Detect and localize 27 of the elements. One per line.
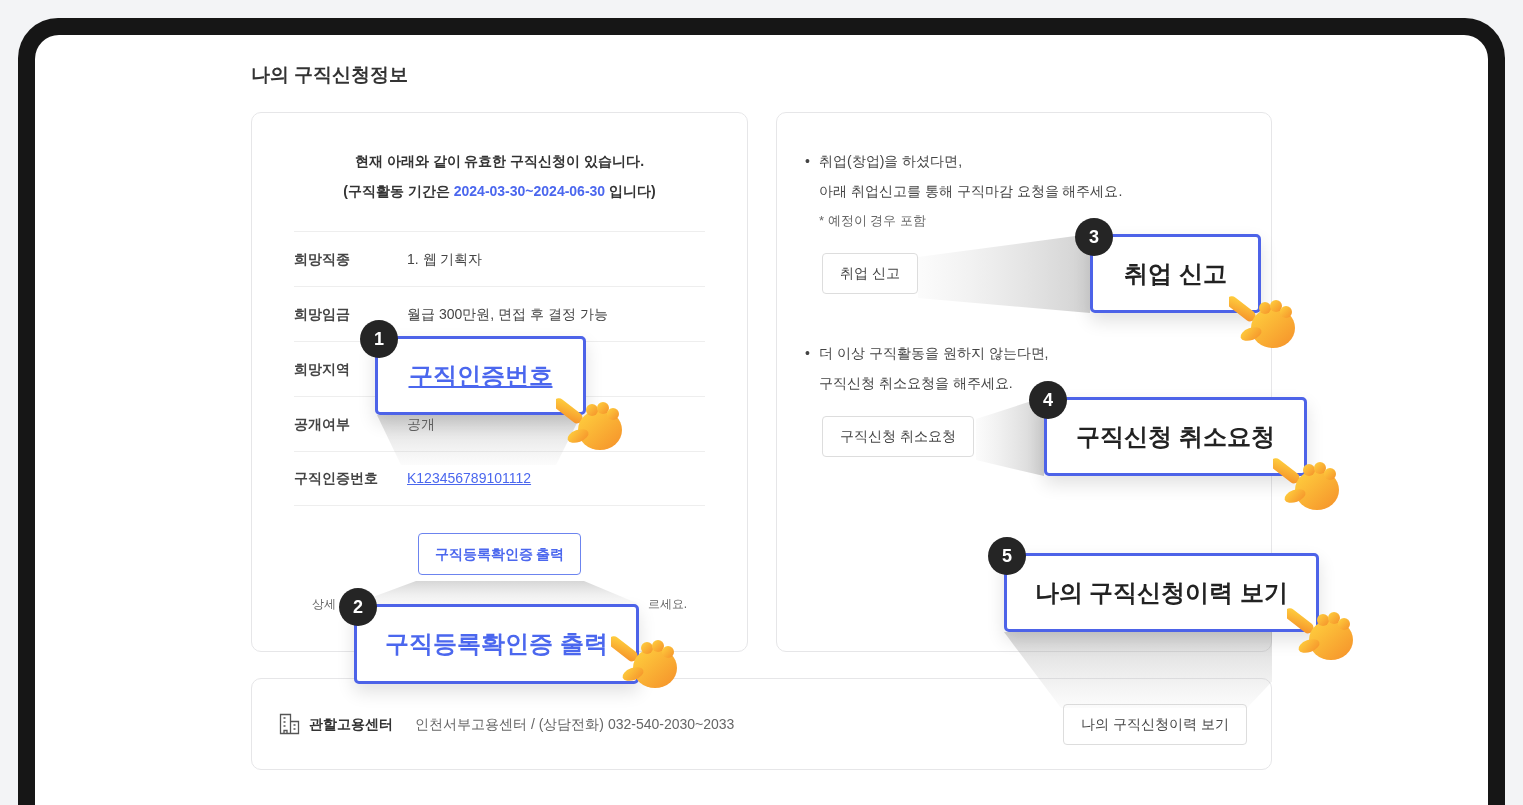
detail-label: 구직인증번호 bbox=[294, 469, 379, 488]
certificate-number-link[interactable]: K123456789101112 bbox=[407, 468, 532, 489]
detail-label: 희망임금 bbox=[294, 304, 351, 324]
help-text: 상세 bbox=[312, 596, 336, 613]
cancel-request-button[interactable]: 구직신청 취소요청 bbox=[822, 416, 974, 457]
instruction-text: 더 이상 구직활동을 원하지 않는다면, bbox=[819, 344, 1049, 363]
instruction-text: 취업(창업)을 하셨다면, bbox=[819, 152, 963, 171]
section-title: 나의 구직신청정보 bbox=[251, 63, 410, 87]
detail-value: 공개 bbox=[407, 414, 435, 434]
detail-label: 희망직종 bbox=[294, 249, 351, 269]
detail-label: 희망지역 bbox=[294, 359, 351, 379]
period-text: (구직활동 기간은 2024-03-30~2024-06-30 입니다) bbox=[342, 182, 657, 201]
print-certificate-button[interactable]: 구직등록확인증 출력 bbox=[417, 533, 582, 575]
detail-label: 공개여부 bbox=[294, 414, 351, 434]
center-contact-text: 인천서부고용센터 / (상담전화) 032-540-2030~2033 bbox=[415, 714, 735, 734]
employment-report-button[interactable]: 취업 신고 bbox=[822, 253, 918, 294]
building-icon bbox=[279, 713, 300, 735]
bullet-mark: • bbox=[805, 344, 811, 363]
detail-value: 월급 300만원, 면접 후 결정 가능 bbox=[407, 304, 608, 324]
detail-value: 1. 웹 기획자 bbox=[407, 249, 483, 269]
bullet-mark: • bbox=[805, 152, 811, 171]
help-text: 르세요. bbox=[647, 596, 687, 613]
notice-text: 현재 아래와 같이 유효한 구직신청이 있습니다. bbox=[353, 152, 646, 171]
note-text: * 예정이 경우 포함 bbox=[819, 212, 926, 230]
instruction-text: 아래 취업신고를 통해 구직마감 요청을 해주세요. bbox=[819, 182, 1123, 201]
center-label: 관할고용센터 bbox=[309, 714, 394, 734]
instruction-text: 구직신청 취소요청을 해주세요. bbox=[819, 374, 1013, 393]
